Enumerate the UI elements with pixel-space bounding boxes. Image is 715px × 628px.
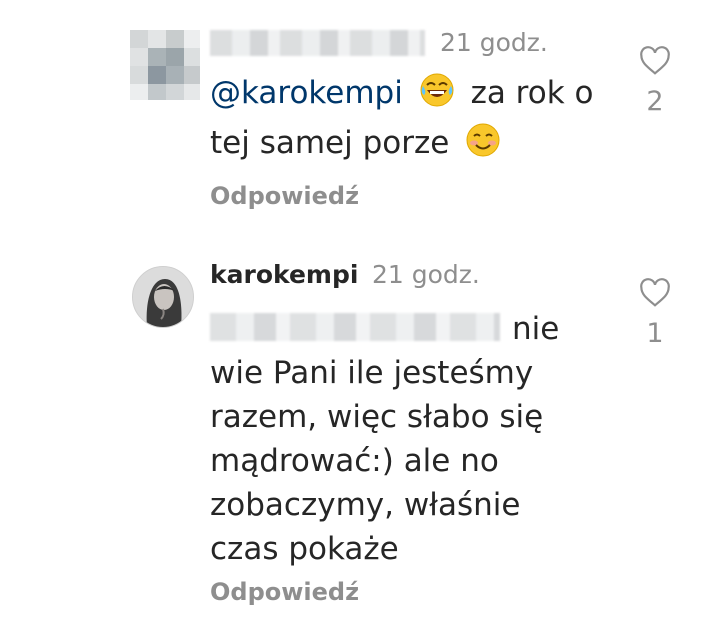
like-count: 1	[646, 318, 664, 349]
comment-text-part: nie	[512, 311, 560, 347]
heart-icon[interactable]	[638, 46, 672, 76]
redacted-mention	[210, 313, 500, 341]
comment-author[interactable]: karokempi	[210, 260, 358, 290]
avatar[interactable]	[132, 266, 194, 328]
avatar[interactable]	[130, 30, 200, 100]
comment: 21 godz. @karokempi za rok o tej samej p…	[0, 0, 715, 240]
comment-text-line: razem, więc słabo się	[210, 399, 544, 435]
comment-time: 21 godz.	[372, 260, 480, 289]
comment-text-line: nie	[210, 308, 559, 350]
profile-photo	[133, 267, 193, 327]
like-group: 1	[630, 278, 680, 349]
redacted-username[interactable]	[210, 30, 425, 56]
like-count: 2	[646, 86, 664, 117]
comment-text-part: tej samej porze	[210, 125, 450, 161]
comment-time: 21 godz.	[440, 28, 548, 57]
comment-text-part: za rok o	[470, 75, 594, 111]
comment-text-line: czas pokaże	[210, 531, 399, 567]
reply-button[interactable]: Odpowiedź	[210, 182, 359, 210]
comment-text: @karokempi za rok o	[210, 72, 594, 114]
comment-text-line: mądrować:) ale no	[210, 443, 499, 479]
comment: karokempi 21 godz. nie wie Pani ile jest…	[0, 240, 715, 628]
reply-button[interactable]: Odpowiedź	[210, 578, 359, 606]
smiling-emoji	[466, 123, 500, 157]
comment-text-line: tej samej porze	[210, 122, 507, 164]
mention-link[interactable]: @karokempi	[210, 75, 403, 111]
like-group: 2	[630, 46, 680, 117]
comment-text-line: wie Pani ile jesteśmy	[210, 355, 534, 391]
laughing-tears-emoji	[420, 73, 454, 107]
heart-icon[interactable]	[638, 278, 672, 308]
comment-text-line: zobaczymy, właśnie	[210, 487, 521, 523]
